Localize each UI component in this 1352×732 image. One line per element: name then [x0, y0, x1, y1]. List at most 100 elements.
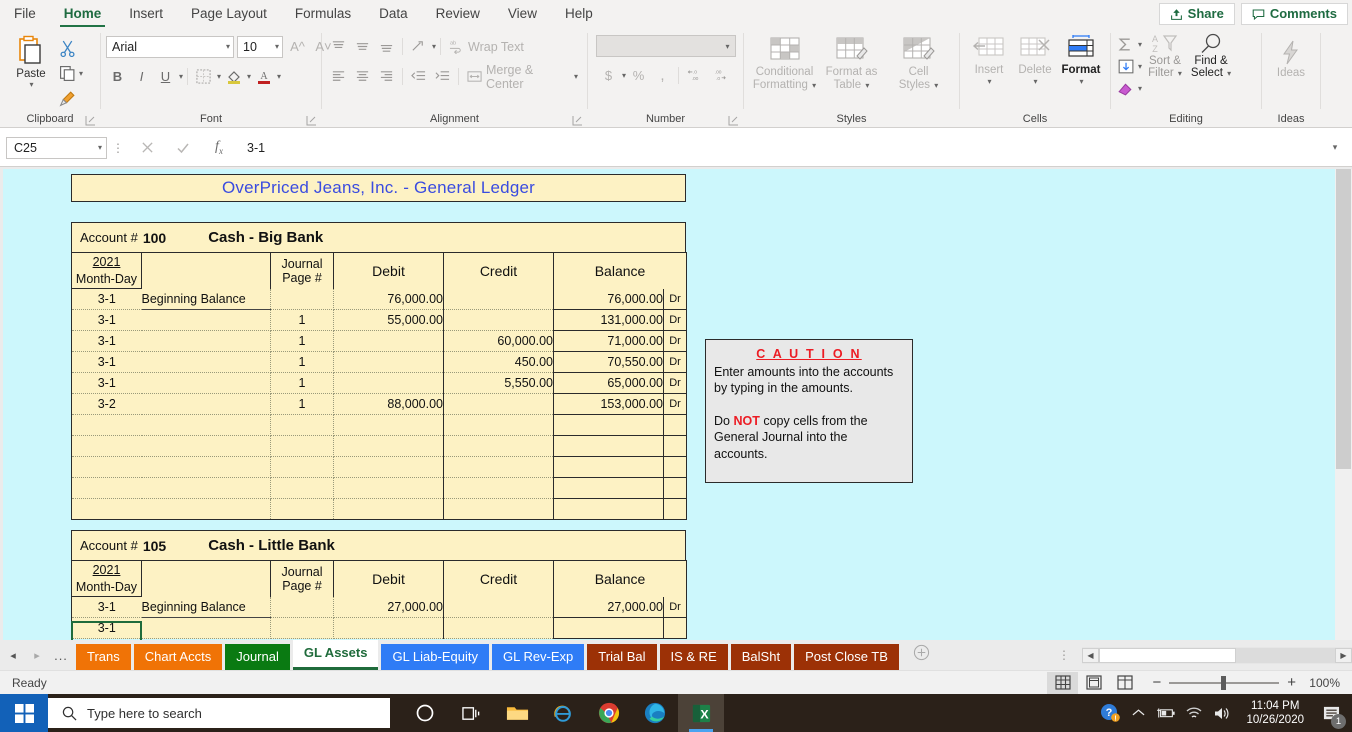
- cell-description[interactable]: [141, 477, 271, 499]
- cell-styles-button[interactable]: Cell Styles ▾: [885, 31, 952, 92]
- edge-button[interactable]: [632, 694, 678, 732]
- cell-date[interactable]: 3-1: [71, 309, 142, 331]
- cell-credit[interactable]: [443, 617, 554, 639]
- orientation-button[interactable]: [407, 35, 430, 58]
- align-middle-button[interactable]: [351, 35, 374, 58]
- clear-chevron-down-icon[interactable]: ▾: [1137, 84, 1142, 93]
- file-explorer-button[interactable]: [494, 694, 540, 732]
- underline-button[interactable]: U: [154, 65, 177, 88]
- sheet-tab-balsht[interactable]: BalSht: [730, 644, 792, 670]
- sheet-nav-ellipsis[interactable]: ...: [54, 648, 68, 663]
- align-top-button[interactable]: [327, 35, 350, 58]
- insert-cells-button[interactable]: Insert ▾: [966, 31, 1012, 88]
- paste-chevron-down-icon[interactable]: ▾: [28, 80, 33, 89]
- chrome-button[interactable]: [586, 694, 632, 732]
- table-row[interactable]: 3-1 1 55,000.00 131,000.00 Dr: [71, 309, 687, 331]
- taskbar-search-input[interactable]: Type here to search: [48, 698, 390, 728]
- cell-date[interactable]: 3-1: [71, 596, 142, 618]
- cell-credit[interactable]: [443, 498, 554, 520]
- align-center-button[interactable]: [351, 65, 374, 88]
- cell-dr-cr[interactable]: [663, 498, 687, 520]
- zoom-slider-thumb[interactable]: [1221, 675, 1227, 690]
- cell-description[interactable]: Beginning Balance: [141, 596, 271, 618]
- ribbon-tab-help[interactable]: Help: [551, 0, 607, 28]
- cell-dr-cr[interactable]: Dr: [663, 351, 687, 373]
- table-row[interactable]: [71, 477, 687, 499]
- fill-color-button[interactable]: [222, 65, 245, 88]
- zoom-slider[interactable]: [1169, 675, 1280, 691]
- delete-chevron-down-icon[interactable]: ▾: [1032, 76, 1037, 88]
- cell-journal-page[interactable]: [270, 435, 334, 457]
- clipboard-dialog-launcher-icon[interactable]: [85, 115, 96, 126]
- comments-button[interactable]: Comments: [1240, 3, 1348, 25]
- merge-chevron-down-icon[interactable]: ▾: [573, 72, 578, 81]
- formula-bar-handle[interactable]: ⋮: [107, 141, 129, 155]
- cell-credit[interactable]: [443, 288, 554, 310]
- cell-debit[interactable]: [333, 330, 444, 352]
- borders-button[interactable]: [192, 65, 215, 88]
- table-row[interactable]: 3-1 Beginning Balance 27,000.00 27,000.0…: [71, 596, 687, 618]
- vertical-scrollbar-thumb[interactable]: [1336, 169, 1351, 469]
- confirm-entry-button[interactable]: [165, 137, 201, 159]
- ribbon-tab-view[interactable]: View: [494, 0, 551, 28]
- zoom-percentage[interactable]: 100%: [1304, 676, 1344, 690]
- autosum-button[interactable]: ▾: [1116, 34, 1142, 55]
- horizontal-scrollbar-thumb[interactable]: [1099, 647, 1236, 663]
- cell-date[interactable]: [71, 414, 142, 436]
- cell-balance[interactable]: 153,000.00: [553, 393, 664, 415]
- cell-description[interactable]: [141, 498, 271, 520]
- borders-chevron-down-icon[interactable]: ▾: [216, 72, 221, 81]
- cell-description[interactable]: [141, 330, 271, 352]
- cell-description[interactable]: [141, 372, 271, 394]
- cell-dr-cr[interactable]: Dr: [663, 288, 687, 310]
- vertical-scrollbar[interactable]: [1335, 169, 1352, 640]
- cell-debit[interactable]: [333, 351, 444, 373]
- comma-format-button[interactable]: ,: [651, 64, 674, 87]
- internet-explorer-button[interactable]: [540, 694, 586, 732]
- cell-credit[interactable]: [443, 414, 554, 436]
- battery-button[interactable]: [1152, 694, 1180, 732]
- cell-journal-page[interactable]: 1: [270, 309, 334, 331]
- action-center-button[interactable]: 1: [1314, 694, 1348, 732]
- sheet-tab-journal[interactable]: Journal: [225, 644, 290, 670]
- cell-journal-page[interactable]: 1: [270, 393, 334, 415]
- cortana-button[interactable]: [402, 694, 448, 732]
- taskbar-clock[interactable]: 11:04 PM 10/26/2020: [1236, 699, 1314, 727]
- cell-date[interactable]: [71, 435, 142, 457]
- merge-center-button[interactable]: Merge & Center ▾: [463, 63, 582, 91]
- cell-credit[interactable]: [443, 456, 554, 478]
- scrollbar-split-handle[interactable]: ⋮: [1058, 648, 1070, 662]
- sheet-nav-next-icon[interactable]: ▸: [30, 649, 44, 662]
- cell-balance[interactable]: 131,000.00: [553, 309, 664, 331]
- zoom-out-button[interactable]: −: [1152, 674, 1161, 691]
- italic-button[interactable]: I: [130, 65, 153, 88]
- horizontal-scrollbar[interactable]: ◀ ▶: [1082, 646, 1352, 664]
- sheet-tab-post-close-tb[interactable]: Post Close TB: [794, 644, 899, 670]
- ribbon-tab-page-layout[interactable]: Page Layout: [177, 0, 281, 28]
- cell-balance[interactable]: 70,550.00: [553, 351, 664, 373]
- ribbon-tab-formulas[interactable]: Formulas: [281, 0, 365, 28]
- table-row[interactable]: 3-1 1 60,000.00 71,000.00 Dr: [71, 330, 687, 352]
- cancel-entry-button[interactable]: [129, 137, 165, 159]
- cell-balance[interactable]: [553, 435, 664, 457]
- copy-chevron-down-icon[interactable]: ▾: [78, 69, 83, 78]
- add-sheet-button[interactable]: [913, 644, 930, 666]
- wifi-button[interactable]: [1180, 694, 1208, 732]
- font-color-chevron-down-icon[interactable]: ▾: [276, 72, 281, 81]
- help-notification-icon[interactable]: ? !: [1096, 694, 1124, 732]
- page-layout-view-button[interactable]: [1078, 672, 1109, 694]
- excel-button[interactable]: X: [678, 694, 724, 732]
- cell-dr-cr[interactable]: [663, 435, 687, 457]
- hscroll-left-arrow-icon[interactable]: ◀: [1082, 647, 1099, 663]
- cell-dr-cr[interactable]: Dr: [663, 309, 687, 331]
- cell-date[interactable]: [71, 477, 142, 499]
- cell-journal-page[interactable]: [270, 596, 334, 618]
- cell-journal-page[interactable]: [270, 414, 334, 436]
- cell-debit[interactable]: [333, 414, 444, 436]
- cell-description[interactable]: [141, 456, 271, 478]
- sheet-tab-trans[interactable]: Trans: [76, 644, 131, 670]
- normal-view-button[interactable]: [1047, 671, 1079, 694]
- align-left-button[interactable]: [327, 65, 350, 88]
- align-bottom-button[interactable]: [375, 35, 398, 58]
- fill-color-chevron-down-icon[interactable]: ▾: [246, 72, 251, 81]
